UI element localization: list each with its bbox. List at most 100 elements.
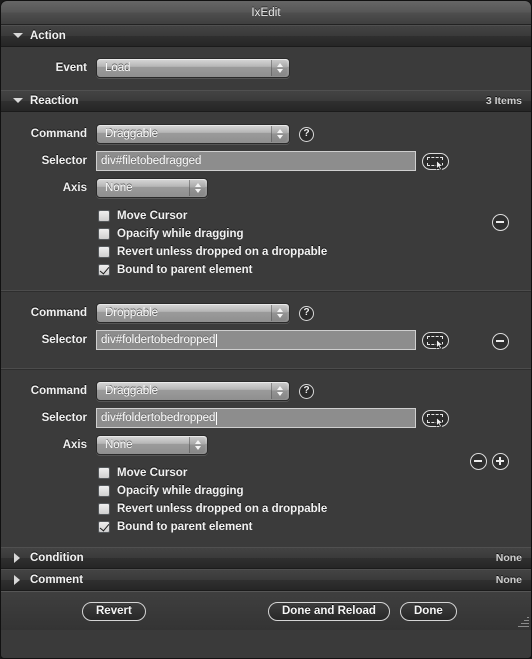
option-list: Move Cursor Opacify while dragging Revert … [1, 205, 531, 279]
axis-select-value: None [105, 439, 133, 451]
option-label: Opacify while dragging [117, 485, 244, 497]
option-row[interactable]: Opacify while dragging [98, 482, 531, 500]
selector-label: Selector [41, 334, 87, 346]
reaction-item: Command Draggable? Selector div#filetobedra… [1, 112, 531, 290]
triangle-down-icon[interactable] [12, 96, 23, 107]
command-row: Command Draggable? [1, 381, 531, 401]
comment-value: None [495, 574, 522, 586]
help-icon-glyph: ? [303, 384, 310, 396]
section-title-action: Action [30, 30, 66, 42]
event-label: Event [55, 62, 87, 74]
option-row[interactable]: Opacify while dragging [98, 225, 531, 243]
checkbox-icon[interactable] [98, 228, 110, 240]
checkbox-icon[interactable] [98, 467, 110, 479]
resize-grip-icon[interactable] [516, 615, 529, 628]
command-select[interactable]: Draggable [96, 124, 290, 144]
section-header-condition[interactable]: Condition None [1, 547, 531, 569]
help-icon[interactable]: ? [299, 383, 314, 399]
reaction-item: Command Droppable? Selector div#foldertobed… [1, 290, 531, 368]
remove-reaction-button[interactable] [492, 333, 509, 350]
done-button[interactable]: Done [400, 601, 457, 621]
row-action-buttons [492, 333, 509, 350]
event-select-value: Load [105, 62, 131, 74]
triangle-right-icon[interactable] [12, 574, 23, 586]
chevron-updown-icon [271, 305, 287, 321]
done-and-reload-button-label: Done and Reload [282, 605, 376, 617]
help-icon-glyph: ? [303, 127, 310, 139]
checkbox-icon[interactable] [98, 246, 110, 258]
option-row[interactable]: Move Cursor [98, 207, 531, 225]
selector-input-value: div#filetobedragged [101, 155, 202, 167]
done-and-reload-button[interactable]: Done and Reload [268, 601, 390, 621]
revert-button[interactable]: Revert [82, 601, 146, 621]
action-pane: Event Load [1, 47, 531, 90]
event-select[interactable]: Load [96, 58, 290, 78]
arrow-cursor-icon [436, 159, 445, 171]
row-action-buttons [492, 214, 509, 231]
chevron-updown-icon [189, 180, 205, 196]
section-title-reaction: Reaction [30, 95, 79, 107]
revert-button-label: Revert [96, 605, 132, 617]
axis-label: Axis [62, 182, 87, 194]
command-select[interactable]: Draggable [96, 381, 290, 401]
selector-input[interactable]: div#filetobedragged [96, 151, 416, 171]
add-reaction-button[interactable] [492, 453, 509, 470]
axis-select[interactable]: None [96, 178, 208, 198]
remove-reaction-button[interactable] [470, 453, 487, 470]
selector-input-value: div#foldertobedropped [101, 334, 216, 346]
text-caret [216, 333, 218, 347]
option-label: Move Cursor [117, 210, 188, 222]
selector-input[interactable]: div#foldertobedropped [96, 408, 416, 428]
option-list: Move Cursor Opacify while dragging Revert … [1, 462, 531, 536]
command-select-value: Droppable [105, 307, 159, 319]
event-row: Event Load [1, 58, 531, 78]
option-row[interactable]: Bound to parent element [98, 261, 531, 279]
footer-bar: Revert Done and Reload Done [1, 591, 531, 630]
axis-select[interactable]: None [96, 435, 208, 455]
checkbox-icon[interactable] [98, 485, 110, 497]
selector-row: Selector div#foldertobedropped [1, 408, 531, 428]
chevron-updown-icon [271, 60, 287, 76]
command-label: Command [30, 385, 87, 397]
element-picker-button[interactable] [422, 331, 449, 350]
selector-input-value: div#foldertobedropped [101, 412, 216, 424]
help-icon[interactable]: ? [299, 305, 314, 321]
checkbox-icon[interactable] [98, 503, 110, 515]
command-label: Command [30, 128, 87, 140]
reaction-list: Command Draggable? Selector div#filetobedra… [1, 112, 531, 547]
option-row[interactable]: Revert unless dropped on a droppable [98, 243, 531, 261]
option-label: Bound to parent element [117, 264, 253, 276]
window-titlebar[interactable]: IxEdit [1, 1, 531, 25]
option-label: Revert unless dropped on a droppable [117, 246, 328, 258]
text-caret [216, 411, 218, 425]
option-row[interactable]: Bound to parent element [98, 518, 531, 536]
triangle-right-icon[interactable] [12, 552, 23, 564]
reaction-item: Command Draggable? Selector div#foldertobed… [1, 368, 531, 547]
section-title-comment: Comment [30, 574, 84, 586]
section-header-reaction[interactable]: Reaction 3 Items [1, 90, 531, 112]
help-icon-glyph: ? [303, 306, 310, 318]
element-picker-button[interactable] [422, 409, 449, 428]
checkbox-checked-icon[interactable] [98, 521, 110, 533]
command-select-value: Draggable [105, 385, 159, 397]
triangle-down-icon[interactable] [12, 31, 23, 42]
section-header-action[interactable]: Action [1, 25, 531, 47]
option-label: Move Cursor [117, 467, 188, 479]
selector-label: Selector [41, 412, 87, 424]
selector-input[interactable]: div#foldertobedropped [96, 330, 416, 350]
command-row: Command Droppable? [1, 303, 531, 323]
remove-reaction-button[interactable] [492, 214, 509, 231]
row-action-buttons [470, 453, 509, 470]
checkbox-checked-icon[interactable] [98, 264, 110, 276]
command-select[interactable]: Droppable [96, 303, 290, 323]
option-row[interactable]: Move Cursor [98, 464, 531, 482]
command-select-value: Draggable [105, 128, 159, 140]
window-title: IxEdit [251, 6, 281, 19]
option-row[interactable]: Revert unless dropped on a droppable [98, 500, 531, 518]
help-icon[interactable]: ? [299, 126, 314, 142]
element-picker-button[interactable] [422, 152, 449, 171]
option-label: Bound to parent element [117, 521, 253, 533]
command-row: Command Draggable? [1, 124, 531, 144]
checkbox-icon[interactable] [98, 210, 110, 222]
section-header-comment[interactable]: Comment None [1, 569, 531, 591]
